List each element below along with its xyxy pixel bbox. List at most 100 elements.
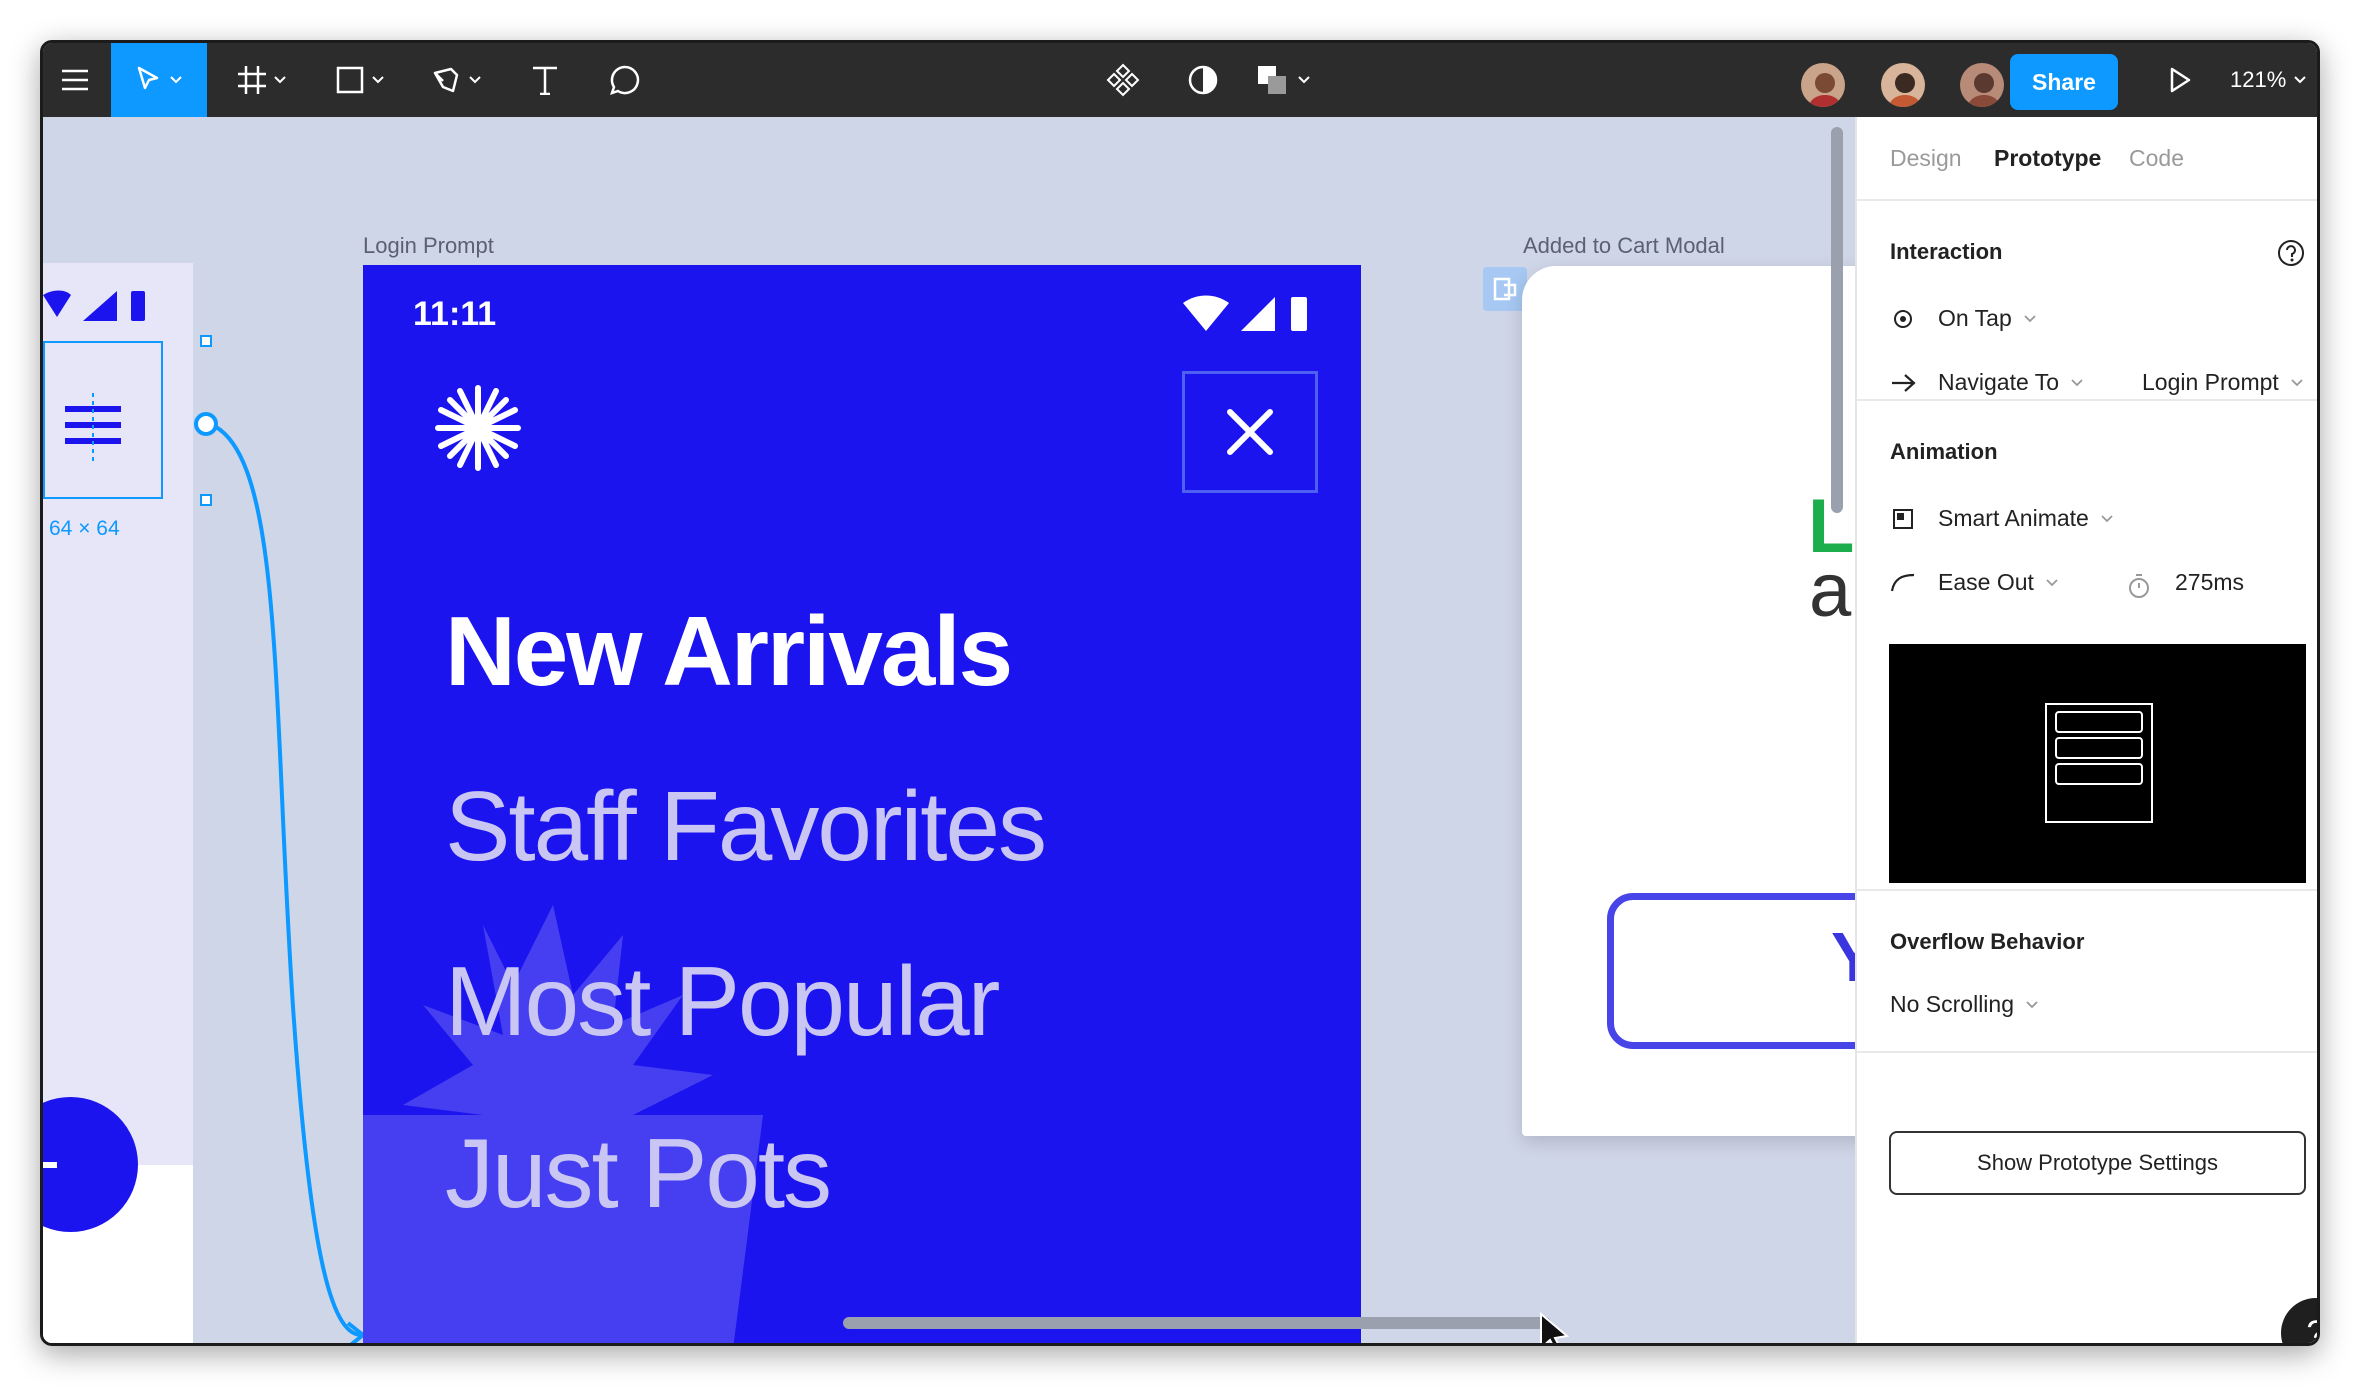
main-menu-button[interactable] — [43, 43, 107, 117]
contrast-icon — [1188, 65, 1218, 95]
overflow-dropdown[interactable]: No Scrolling — [1890, 991, 2038, 1018]
hamburger-icon — [62, 69, 88, 91]
text-t-icon — [533, 66, 557, 95]
menu-item-most-popular[interactable]: Most Popular — [445, 945, 1000, 1058]
overflow-section: Overflow Behavior No Scrolling — [1857, 889, 2317, 1051]
chevron-down-icon — [2071, 378, 2083, 386]
toolbar: Share 121% — [43, 43, 2317, 117]
cart-text-partial: a — [1809, 548, 1852, 633]
share-button[interactable]: Share — [2010, 54, 2118, 110]
chevron-down-icon — [372, 76, 384, 84]
sparkle-logo-icon — [435, 385, 521, 471]
destination-label: Login Prompt — [2142, 369, 2279, 395]
easing-dropdown[interactable]: Ease Out — [1890, 569, 2058, 596]
play-icon — [2170, 67, 2191, 93]
destination-dropdown[interactable]: Login Prompt — [2142, 369, 2303, 396]
trigger-dropdown[interactable]: On Tap — [1890, 305, 2036, 332]
smart-animate-icon — [1893, 508, 1913, 529]
text-tool-button[interactable] — [513, 43, 577, 117]
animation-title: Animation — [1890, 439, 1998, 464]
tap-target-icon — [1894, 309, 1912, 328]
horizontal-scrollbar[interactable] — [843, 1317, 1551, 1329]
interaction-section: Interaction On Tap Navigate To Login Pro… — [1857, 199, 2317, 399]
interaction-title: Interaction — [1890, 239, 2003, 264]
comment-tool-button[interactable] — [593, 43, 657, 117]
avatar-photo-icon — [1960, 63, 2004, 107]
chevron-down-icon — [170, 76, 182, 84]
chevron-down-icon — [2294, 76, 2306, 84]
frame-hash-icon — [238, 66, 266, 94]
figma-window: Share 121% 64 × 64 Login Prompt Added to… — [40, 40, 2320, 1346]
components-button[interactable] — [1091, 43, 1155, 117]
vertical-scrollbar[interactable] — [1831, 127, 1843, 513]
chevron-down-icon — [2026, 1000, 2038, 1008]
chevron-down-icon — [2046, 578, 2058, 586]
animation-section: Animation Smart Animate Ease Out 275ms — [1857, 399, 2317, 889]
show-prototype-settings-button[interactable]: Show Prototype Settings — [1889, 1131, 2306, 1195]
cart-button[interactable] — [1607, 893, 1855, 1049]
close-icon — [1227, 409, 1273, 455]
chevron-down-icon — [469, 76, 481, 84]
flow-start-badge[interactable] — [1483, 267, 1527, 311]
boolean-button[interactable] — [1243, 43, 1323, 117]
cart-button-label: Y — [1831, 917, 1855, 997]
frame-label-added-to-cart[interactable]: Added to Cart Modal — [1523, 233, 1725, 259]
properties-panel: Design Prototype Code Interaction On Tap… — [1855, 117, 2317, 1343]
pen-tool-button[interactable] — [421, 43, 491, 117]
frame-label-login-prompt[interactable]: Login Prompt — [363, 233, 494, 259]
preview-frame-icon — [2045, 703, 2153, 823]
fab-icon — [43, 1162, 57, 1168]
login-prompt-frame[interactable]: 11:11 New Arrivals Staff Favorites Most … — [363, 265, 1361, 1343]
menu-item-just-pots[interactable]: Just Pots — [445, 1117, 832, 1230]
frame-tool-button[interactable] — [227, 43, 297, 117]
duration-input[interactable]: 275ms — [2175, 569, 2244, 596]
comment-bubble-icon — [610, 65, 640, 95]
avatar-photo-icon — [1801, 63, 1845, 107]
avatar[interactable] — [1799, 61, 1847, 109]
chevron-down-icon — [1298, 76, 1310, 84]
chevron-down-icon — [2101, 514, 2113, 522]
tab-design[interactable]: Design — [1890, 145, 1962, 172]
panel-tabs: Design Prototype Code — [1857, 117, 2317, 199]
status-icons-left — [43, 290, 145, 321]
move-tool-button[interactable] — [111, 43, 207, 117]
menu-item-new-arrivals[interactable]: New Arrivals — [445, 595, 1013, 708]
tab-code[interactable]: Code — [2129, 145, 2184, 172]
zoom-label: 121% — [2230, 67, 2287, 92]
mask-button[interactable] — [1171, 43, 1235, 117]
pen-icon — [433, 67, 459, 93]
easing-label: Ease Out — [1938, 569, 2034, 595]
divider — [1857, 1051, 2317, 1053]
menu-item-staff-favorites[interactable]: Staff Favorites — [445, 770, 1047, 883]
avatar[interactable] — [1958, 61, 2006, 109]
chevron-down-icon — [2024, 314, 2036, 322]
shape-tool-button[interactable] — [325, 43, 395, 117]
tab-prototype[interactable]: Prototype — [1994, 145, 2101, 172]
animation-type-label: Smart Animate — [1938, 505, 2089, 531]
animation-type-dropdown[interactable]: Smart Animate — [1890, 505, 2113, 532]
mouse-cursor-icon — [1540, 1312, 1570, 1343]
status-time: 11:11 — [413, 295, 497, 333]
help-label: ? — [2307, 1314, 2317, 1344]
duration-value: 275ms — [2175, 569, 2245, 595]
boolean-union-icon — [1258, 66, 1286, 94]
chevron-down-icon — [2291, 378, 2303, 386]
trigger-label: On Tap — [1938, 305, 2012, 331]
avatar-photo-icon — [1881, 63, 1925, 107]
overflow-label: No Scrolling — [1890, 991, 2014, 1017]
present-button[interactable] — [2148, 43, 2212, 117]
zoom-dropdown[interactable]: 121% — [2230, 43, 2306, 117]
avatar[interactable] — [1879, 61, 1927, 109]
selection-handle[interactable] — [200, 335, 212, 347]
canvas[interactable]: 64 × 64 Login Prompt Added to Cart Modal… — [43, 117, 1855, 1343]
arrow-right-icon — [1892, 373, 1916, 392]
rectangle-icon — [336, 66, 364, 94]
component-diamond-icon — [1106, 63, 1140, 97]
status-icons — [1183, 295, 1307, 331]
overflow-title: Overflow Behavior — [1890, 929, 2085, 954]
animation-preview[interactable] — [1889, 644, 2306, 883]
action-dropdown[interactable]: Navigate To — [1890, 369, 2083, 396]
close-button[interactable] — [1182, 371, 1318, 493]
timer-icon — [2129, 574, 2149, 598]
help-circle-icon[interactable] — [2277, 239, 2305, 267]
